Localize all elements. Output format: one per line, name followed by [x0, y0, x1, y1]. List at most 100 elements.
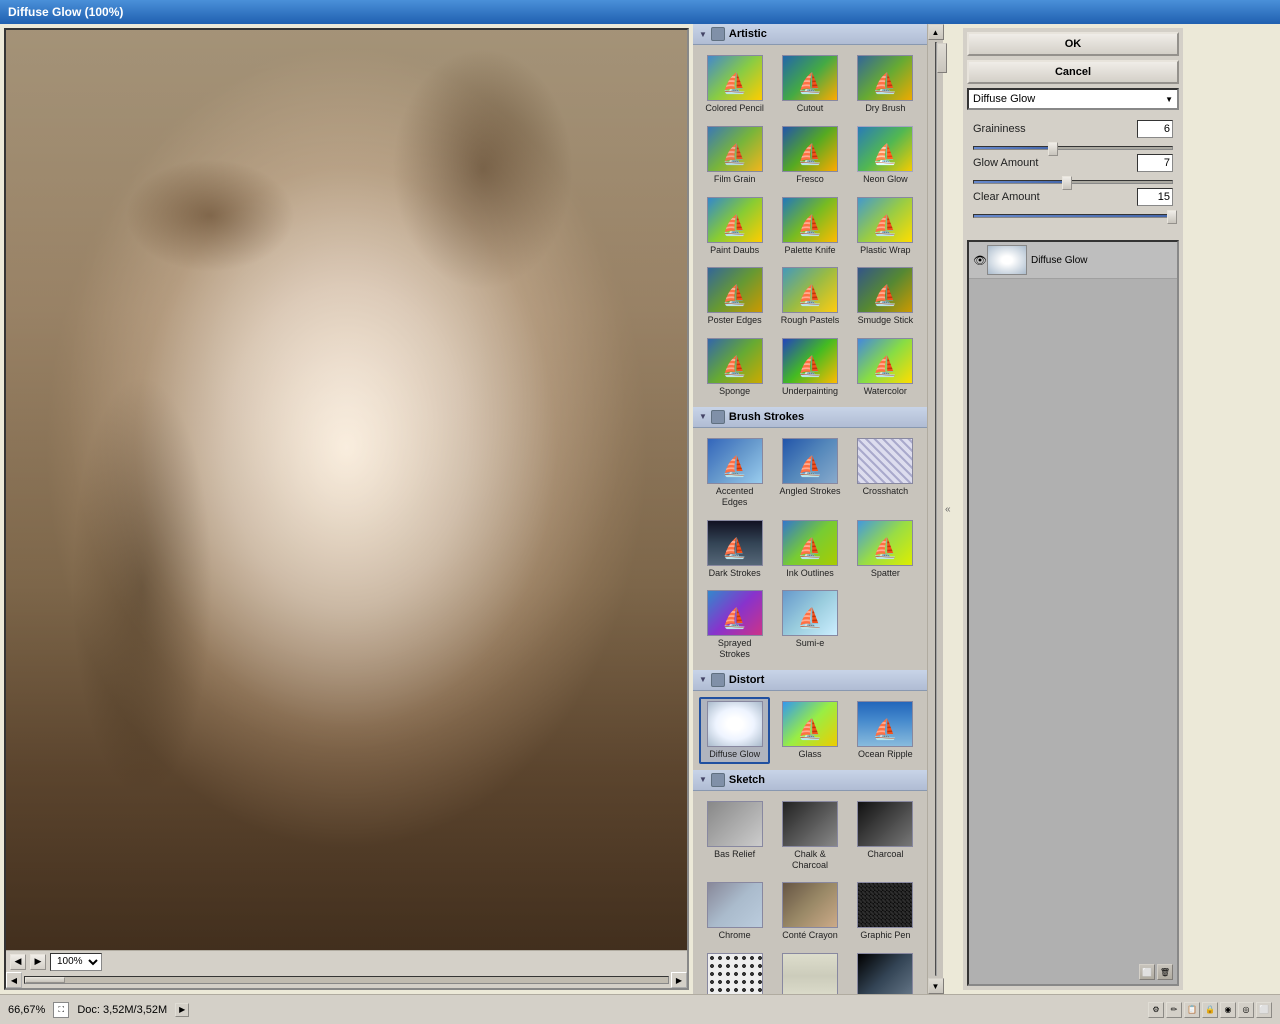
filter-item-graphic-pen[interactable]: Graphic Pen — [850, 878, 921, 945]
filter-item-bas-relief[interactable]: Bas Relief — [699, 797, 770, 875]
collapse-button[interactable]: « — [943, 502, 953, 517]
filter-item-underpainting[interactable]: Underpainting — [774, 334, 845, 401]
filter-item-ink-outlines[interactable]: Ink Outlines — [774, 516, 845, 583]
filter-item-poster-edges[interactable]: Poster Edges — [699, 263, 770, 330]
scroll-left-button[interactable]: ◀ — [6, 972, 22, 988]
filter-item-film-grain[interactable]: Film Grain — [699, 122, 770, 189]
filter-item-ocean-ripple[interactable]: Ocean Ripple — [850, 697, 921, 764]
filter-item-colored-pencil[interactable]: Colored Pencil — [699, 51, 770, 118]
filter-item-fresco[interactable]: Fresco — [774, 122, 845, 189]
status-icon-1[interactable]: ⚙ — [1148, 1002, 1164, 1018]
canvas-preview[interactable] — [6, 30, 687, 958]
cancel-button[interactable]: Cancel — [967, 60, 1179, 84]
filter-item-label: Sumi-e — [796, 638, 825, 649]
filter-item-dark-strokes[interactable]: Dark Strokes — [699, 516, 770, 583]
filter-item-photocopy[interactable]: Photocopy — [850, 949, 921, 994]
image-preview-panel: ◀ ▶ 100% 50% 200% ◀ ▶ — [4, 28, 689, 990]
filter-item-accented-edges[interactable]: Accented Edges — [699, 434, 770, 512]
scroll-thumb[interactable] — [25, 977, 65, 983]
filter-item-paint-daubs[interactable]: Paint Daubs — [699, 193, 770, 260]
filter-dropdown[interactable]: Diffuse Glow ▼ — [967, 88, 1179, 110]
scroll-track[interactable] — [24, 976, 669, 984]
zoom-out-button[interactable]: ◀ — [10, 954, 26, 970]
eye-icon[interactable]: 👁 — [973, 254, 987, 267]
filter-thumb-ink-outlines — [782, 520, 838, 566]
filter-thumb-dry-brush — [857, 55, 913, 101]
filter-grid-distort: Diffuse Glow GlassOcean Ripple — [693, 691, 927, 770]
category-distort[interactable]: ▼ Distort — [693, 670, 927, 691]
status-icon-3[interactable]: 📋 — [1184, 1002, 1200, 1018]
filter-item-chrome[interactable]: Chrome — [699, 878, 770, 945]
filter-item-sumi-e[interactable]: Sumi-e — [774, 586, 845, 664]
filter-item-label: Angled Strokes — [779, 486, 840, 497]
filter-thumb-neon-glow — [857, 126, 913, 172]
status-icon-6[interactable]: ◎ — [1238, 1002, 1254, 1018]
filter-item-watercolor[interactable]: Watercolor — [850, 334, 921, 401]
zoom-indicator[interactable]: ⛶ — [53, 1002, 69, 1018]
filter-scrollbar[interactable]: ▲ ▼ — [927, 24, 943, 994]
scroll-up-arrow[interactable]: ▲ — [928, 24, 944, 40]
filter-item-charcoal[interactable]: Charcoal — [850, 797, 921, 875]
horizontal-scrollbar[interactable]: ◀ ▶ — [6, 972, 687, 988]
filter-grid-artistic: Colored Pencil Cutout Dry Brush Film Grain F… — [693, 45, 927, 407]
filter-item-chalk---charcoal[interactable]: Chalk & Charcoal — [774, 797, 845, 875]
clear-amount-slider[interactable] — [973, 214, 1173, 218]
filter-item-conté-crayon[interactable]: Conté Crayon — [774, 878, 845, 945]
filter-item-label: Underpainting — [782, 386, 838, 397]
scroll-down-arrow[interactable]: ▼ — [928, 978, 944, 994]
filter-item-neon-glow[interactable]: Neon Glow — [850, 122, 921, 189]
graininess-input[interactable] — [1137, 120, 1173, 138]
filter-item-label: Crosshatch — [863, 486, 909, 497]
filter-item-label: Fresco — [796, 174, 824, 185]
filter-item-label: Paint Daubs — [710, 245, 759, 256]
layer-panel-area: 👁 Diffuse Glow ⬜ 🗑 — [967, 240, 1179, 986]
status-icon-5[interactable]: ◉ — [1220, 1002, 1236, 1018]
filter-item-sponge[interactable]: Sponge — [699, 334, 770, 401]
filter-item-plastic-wrap[interactable]: Plastic Wrap — [850, 193, 921, 260]
filter-item-note-paper[interactable]: Note Paper — [774, 949, 845, 994]
filter-item-cutout[interactable]: Cutout — [774, 51, 845, 118]
filter-item-smudge-stick[interactable]: Smudge Stick — [850, 263, 921, 330]
filter-item-rough-pastels[interactable]: Rough Pastels — [774, 263, 845, 330]
filter-item-halftone-pattern[interactable]: Halftone Pattern — [699, 949, 770, 994]
filter-item-label: Cutout — [797, 103, 824, 114]
status-icon-2[interactable]: ✏ — [1166, 1002, 1182, 1018]
filter-item-label: Plastic Wrap — [860, 245, 910, 256]
ok-button[interactable]: OK — [967, 32, 1179, 56]
filter-thumb-paint-daubs — [707, 197, 763, 243]
glow-amount-input[interactable] — [1137, 154, 1173, 172]
glow-amount-slider[interactable] — [973, 180, 1173, 184]
filter-thumb-halftone-pattern — [707, 953, 763, 994]
filter-thumb-bas-relief — [707, 801, 763, 847]
filter-thumb-angled-strokes — [782, 438, 838, 484]
status-icon-4[interactable]: 🔒 — [1202, 1002, 1218, 1018]
clear-amount-input[interactable] — [1137, 188, 1173, 206]
info-arrow[interactable]: ▶ — [175, 1003, 189, 1017]
filter-item-label: Rough Pastels — [781, 315, 840, 326]
filter-thumb-cutout — [782, 55, 838, 101]
filter-item-palette-knife[interactable]: Palette Knife — [774, 193, 845, 260]
filter-item-diffuse-glow[interactable]: Diffuse Glow — [699, 697, 770, 764]
category-brush-strokes[interactable]: ▼ Brush Strokes — [693, 407, 927, 428]
portrait-image — [6, 30, 687, 958]
filter-item-spatter[interactable]: Spatter — [850, 516, 921, 583]
filter-item-label: Sponge — [719, 386, 750, 397]
filter-item-label: Dark Strokes — [709, 568, 761, 579]
scroll-right-button[interactable]: ▶ — [671, 972, 687, 988]
filter-grid-brush-strokes: Accented Edges Angled Strokes Crosshatch Da… — [693, 428, 927, 670]
status-icon-7[interactable]: ⬜ — [1256, 1002, 1272, 1018]
category-artistic[interactable]: ▼ Artistic — [693, 24, 927, 45]
graininess-slider[interactable] — [973, 146, 1173, 150]
filter-item-dry-brush[interactable]: Dry Brush — [850, 51, 921, 118]
delete-layer-button[interactable]: 🗑 — [1157, 964, 1173, 980]
zoom-in-button[interactable]: ▶ — [30, 954, 46, 970]
new-layer-button[interactable]: ⬜ — [1139, 964, 1155, 980]
filter-item-sprayed-strokes[interactable]: Sprayed Strokes — [699, 586, 770, 664]
filter-item-angled-strokes[interactable]: Angled Strokes — [774, 434, 845, 512]
filter-item-label: Graphic Pen — [860, 930, 910, 941]
zoom-select[interactable]: 100% 50% 200% — [50, 953, 102, 971]
category-sketch[interactable]: ▼ Sketch — [693, 770, 927, 791]
filter-item-crosshatch[interactable]: Crosshatch — [850, 434, 921, 512]
filter-item-label: Diffuse Glow — [709, 749, 760, 760]
filter-item-glass[interactable]: Glass — [774, 697, 845, 764]
